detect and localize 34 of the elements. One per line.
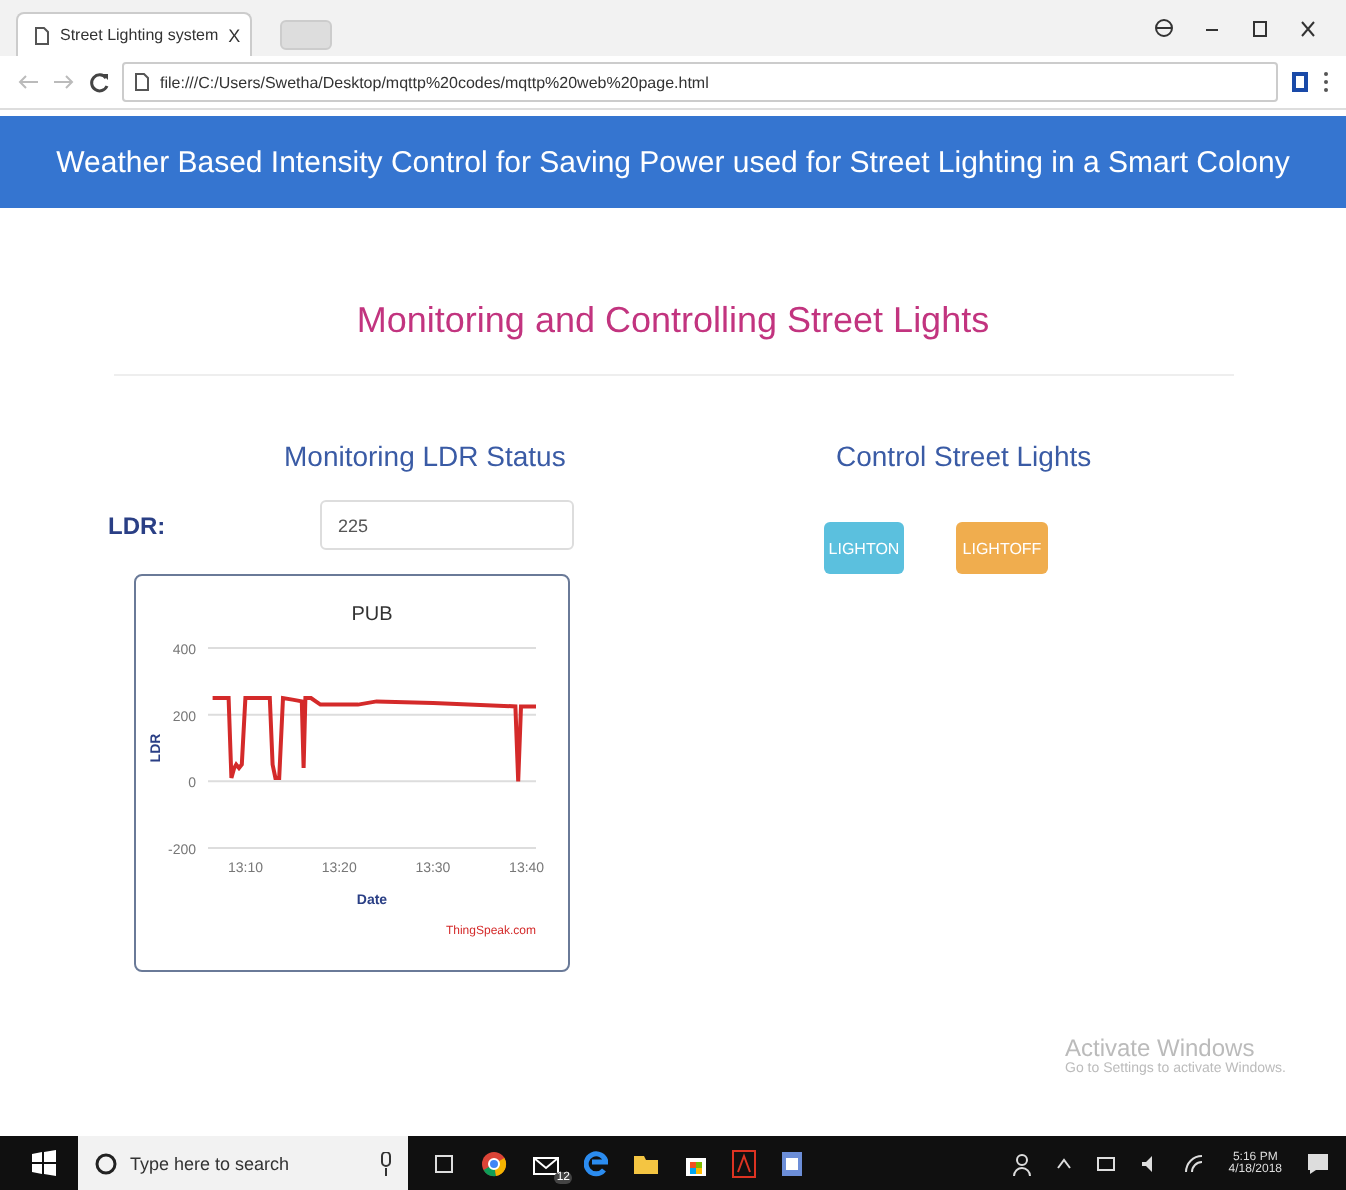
mail-icon[interactable]: [532, 1151, 560, 1175]
close-icon[interactable]: [1298, 16, 1318, 40]
ldr-field[interactable]: 225: [320, 500, 574, 550]
document-icon[interactable]: [780, 1149, 804, 1177]
wifi-icon[interactable]: [1184, 1153, 1205, 1173]
profile-icon[interactable]: [1154, 16, 1174, 40]
page-icon: [134, 72, 150, 92]
address-bar[interactable]: file:///C:/Users/Swetha/Desktop/mqttp%20codes/mqttp%20web%20page.html: [122, 62, 1278, 102]
task-view-icon[interactable]: [432, 1151, 456, 1175]
chart-title: PUB: [351, 604, 393, 626]
restore-icon[interactable]: [1250, 16, 1270, 40]
browser-tab[interactable]: Street Lighting system X: [16, 12, 252, 56]
chevron-up-icon[interactable]: [1056, 1155, 1073, 1171]
activation-title: Activate Windows: [1065, 1034, 1255, 1062]
tab-close-button[interactable]: X: [228, 25, 241, 45]
edge-icon[interactable]: [584, 1149, 608, 1177]
page-title: Monitoring and Controlling Street Lights: [354, 300, 992, 342]
taskbar-search-field[interactable]: Type here to search: [78, 1136, 408, 1190]
notification-icon[interactable]: [1306, 1151, 1330, 1175]
search-icon: [94, 1151, 118, 1175]
reload-icon[interactable]: [88, 71, 110, 93]
section-heading: Control Street Lights: [836, 440, 1092, 472]
chrome-icon[interactable]: [480, 1149, 508, 1177]
header-title: Weather Based Intensity Control for Saving Power used for Street Lighting in a Smart Colony: [56, 145, 1290, 179]
section-heading: Monitoring LDR Status: [284, 440, 568, 472]
ldr-label: LDR:: [108, 511, 168, 539]
menu-icon[interactable]: [1322, 70, 1330, 94]
extension-icon[interactable]: [1290, 70, 1310, 94]
windows-icon[interactable]: [30, 1149, 58, 1177]
tab-title: Street Lighting system: [60, 26, 219, 44]
page-icon: [34, 25, 50, 45]
microphone-icon[interactable]: [380, 1151, 392, 1175]
folder-icon[interactable]: [632, 1151, 660, 1175]
people-icon[interactable]: [1012, 1151, 1033, 1175]
